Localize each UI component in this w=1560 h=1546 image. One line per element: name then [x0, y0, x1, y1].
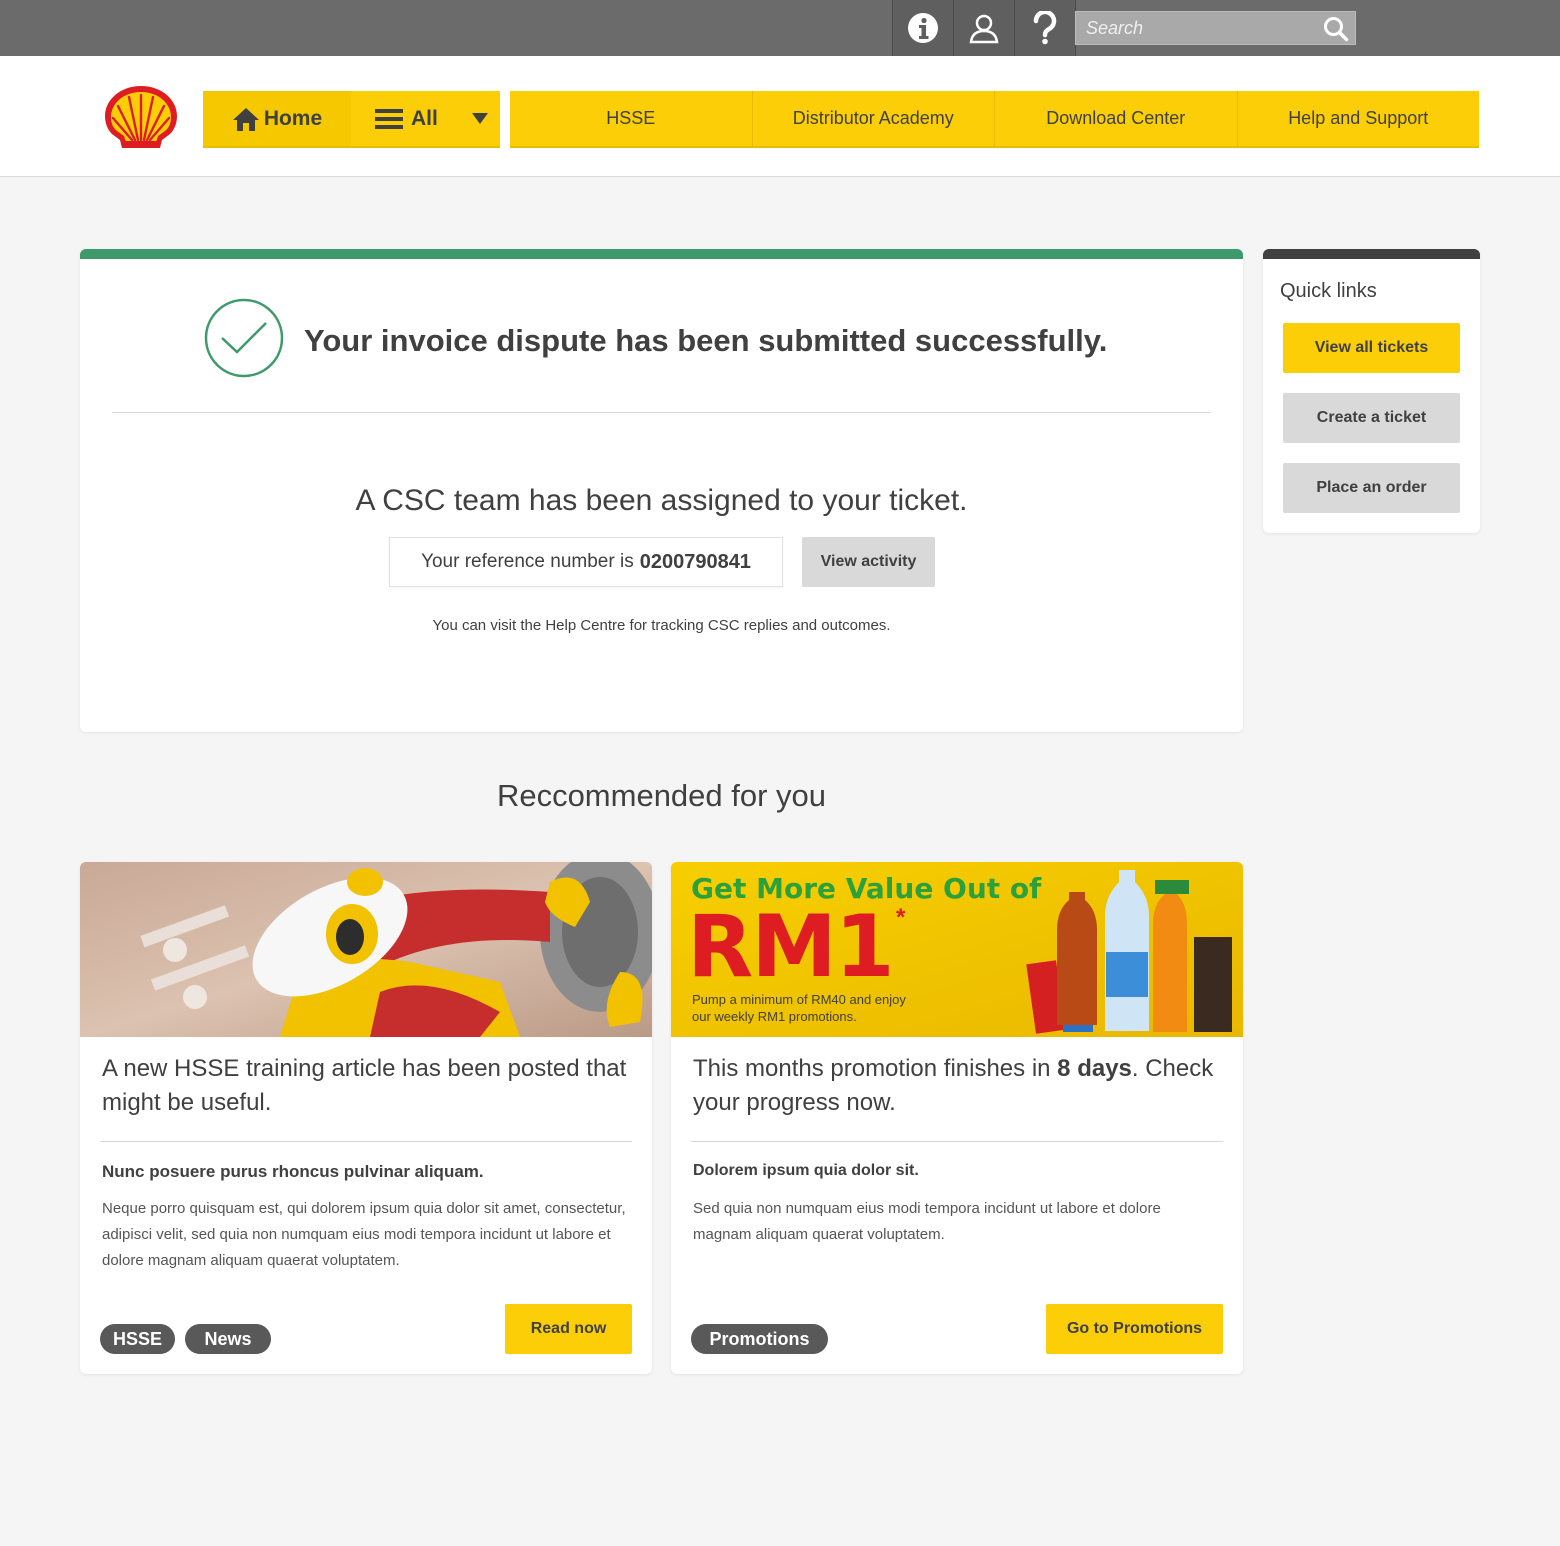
promo-asterisk: *: [896, 904, 906, 931]
reference-number: 0200790841: [639, 550, 751, 573]
nav-distributor-academy[interactable]: Distributor Academy: [753, 91, 995, 146]
promotion-card-subheading: Dolorem ipsum quia dolor sit.: [693, 1162, 919, 1179]
divider: [112, 412, 1211, 413]
place-order-button[interactable]: Place an order: [1283, 463, 1460, 513]
caret-down-icon: [471, 112, 488, 124]
info-button[interactable]: [892, 0, 953, 56]
promo-small-text: Pump a minimum of RM40 and enjoy our wee…: [692, 991, 906, 1025]
shell-logo[interactable]: [102, 84, 180, 161]
promo-days-left: 8 days: [1057, 1055, 1132, 1082]
divider: [100, 1141, 632, 1142]
hsse-card-subheading: Nunc posuere purus rhoncus pulvinar aliq…: [102, 1162, 484, 1181]
recommended-title: Reccommended for you: [496, 778, 827, 813]
promotion-card: Get More Value Out of RM1 * Pump a minim…: [671, 862, 1243, 1374]
search-box: [1075, 11, 1356, 45]
success-check-icon: [204, 298, 284, 378]
tag-promotions[interactable]: Promotions: [691, 1324, 828, 1354]
quick-links-title: Quick links: [1280, 280, 1377, 302]
nav-home-label: Home: [263, 106, 323, 130]
read-now-button[interactable]: Read now: [505, 1304, 632, 1354]
hsse-article-card: A new HSSE training article has been pos…: [80, 862, 652, 1374]
home-icon: [232, 107, 259, 131]
promotion-banner: Get More Value Out of RM1 * Pump a minim…: [671, 862, 1243, 1037]
nav-all-label: All: [411, 106, 438, 130]
search-icon[interactable]: [1323, 16, 1349, 47]
nav-help-and-support[interactable]: Help and Support: [1238, 91, 1480, 146]
quick-links-card: Quick links View all tickets Create a ti…: [1263, 249, 1480, 533]
divider: [691, 1141, 1223, 1142]
nav-download-center[interactable]: Download Center: [995, 91, 1238, 146]
help-button[interactable]: [1014, 0, 1075, 56]
account-button[interactable]: [953, 0, 1014, 56]
section-nav: HSSE Distributor Academy Download Center…: [510, 91, 1479, 148]
promo-big-text: RM1: [687, 897, 895, 997]
reference-label: Your reference number is: [421, 551, 634, 572]
nav-all-menu[interactable]: All: [351, 91, 500, 146]
user-icon: [969, 14, 999, 44]
reference-box: Your reference number is 0200790841: [389, 537, 783, 587]
promo-line-1: Pump a minimum of RM40 and enjoy: [692, 992, 906, 1007]
promotion-card-heading: This months promotion finishes in 8 days…: [693, 1052, 1223, 1120]
tag-news[interactable]: News: [185, 1324, 271, 1354]
help-centre-text: You can visit the Help Centre for tracki…: [432, 617, 891, 634]
promo-line-2: our weekly RM1 promotions.: [692, 1009, 857, 1024]
search-input[interactable]: [1076, 12, 1316, 44]
go-to-promotions-button[interactable]: Go to Promotions: [1046, 1304, 1223, 1354]
info-icon: [908, 13, 938, 43]
primary-nav: Home All: [203, 91, 500, 148]
promotion-card-body: Sed quia non numquam eius modi tempora i…: [693, 1200, 1161, 1243]
hsse-card-heading: A new HSSE training article has been pos…: [102, 1055, 627, 1116]
assigned-message: A CSC team has been assigned to your tic…: [355, 484, 968, 517]
help-icon: [1033, 11, 1057, 45]
promo-heading-prefix: This months promotion finishes in: [693, 1055, 1051, 1082]
hsse-card-body: Neque porro quisquam est, qui dolorem ip…: [102, 1200, 626, 1269]
view-activity-button[interactable]: View activity: [802, 537, 935, 587]
create-ticket-button[interactable]: Create a ticket: [1283, 393, 1460, 443]
view-all-tickets-button[interactable]: View all tickets: [1283, 323, 1460, 373]
tag-hsse[interactable]: HSSE: [100, 1324, 175, 1354]
hsse-worker-image: [80, 862, 652, 1037]
nav-home[interactable]: Home: [203, 91, 351, 146]
confirmation-card: Your invoice dispute has been submitted …: [80, 249, 1243, 732]
nav-hsse[interactable]: HSSE: [510, 91, 753, 146]
utility-bar: [0, 0, 1560, 56]
hamburger-icon: [375, 108, 403, 129]
site-header: Home All HSSE Distributor Academy Downlo…: [0, 56, 1560, 177]
success-title: Your invoice dispute has been submitted …: [304, 323, 1108, 358]
